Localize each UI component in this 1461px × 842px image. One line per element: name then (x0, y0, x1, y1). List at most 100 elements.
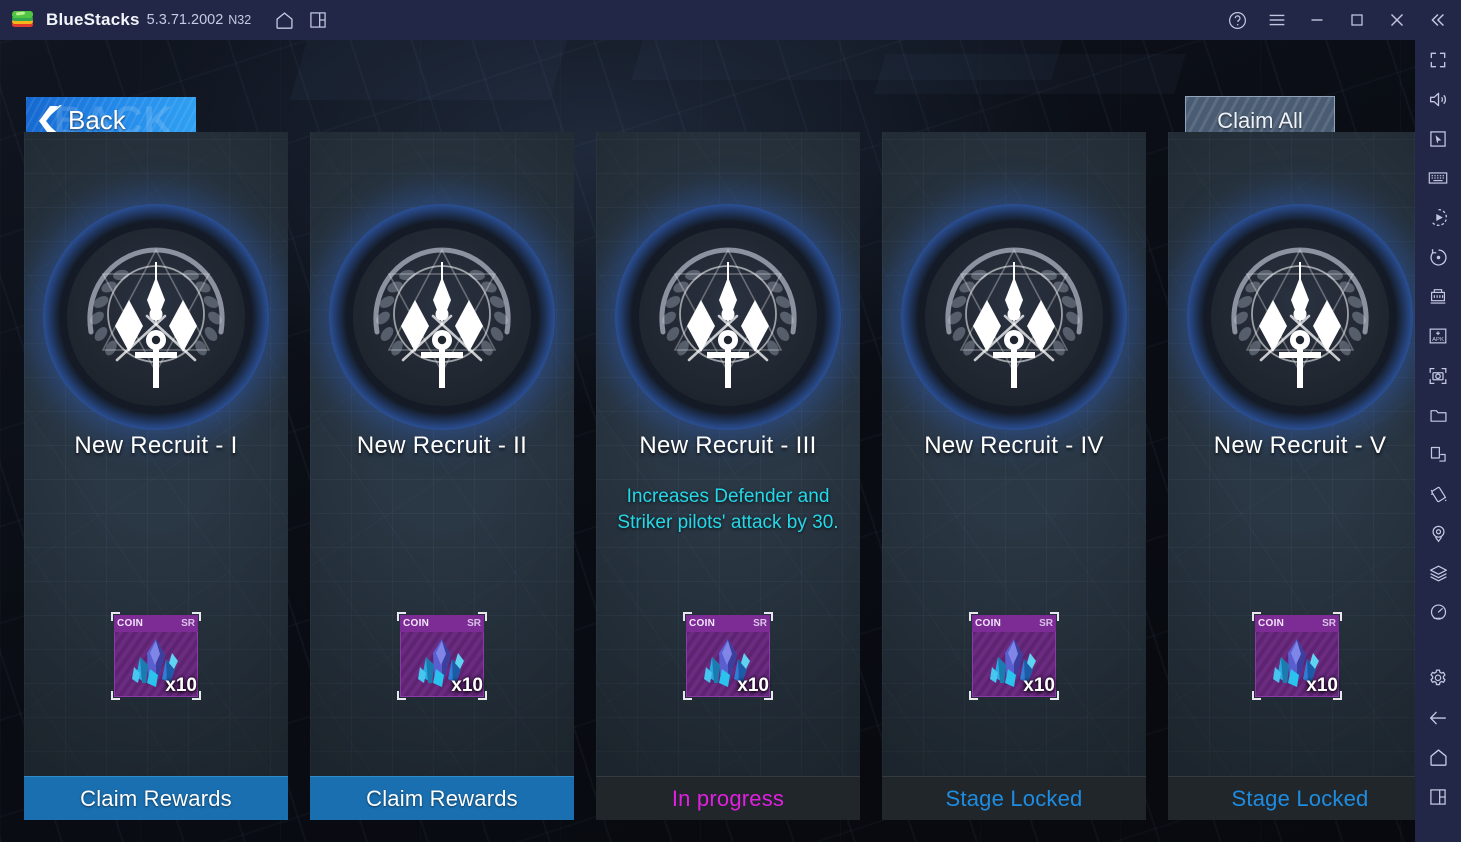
emblem-crest-icon (659, 247, 797, 388)
reward-type: COIN (117, 618, 144, 629)
reward-card[interactable]: New Recruit - III Increases Defender and… (596, 132, 860, 820)
reward-corner (1333, 691, 1342, 700)
card-action-button: Stage Locked (882, 776, 1146, 820)
reward-item[interactable]: COIN SR x10 (683, 612, 773, 700)
bluestacks-logo-icon (10, 7, 36, 33)
fullscreen-icon[interactable] (1415, 40, 1461, 80)
app-name: BlueStacks (46, 10, 140, 29)
card-action-button: In progress (596, 776, 860, 820)
keyboard-icon[interactable] (1415, 159, 1461, 199)
card-emblem (1168, 182, 1415, 452)
help-icon[interactable] (1217, 0, 1257, 40)
reward-corner (764, 691, 773, 700)
card-title: New Recruit - II (356, 432, 528, 459)
claim-all-label: Claim All (1217, 107, 1303, 133)
card-title: New Recruit - V (1213, 432, 1387, 459)
app-window: BlueStacks 5.3.71.2002 N32 BACK Back Cla… (0, 0, 1461, 842)
card-title: New Recruit - IV (924, 432, 1104, 459)
home-nav-icon[interactable] (1415, 738, 1461, 778)
multi-instance-manager-icon[interactable] (1415, 277, 1461, 317)
reward-header: COIN SR (114, 615, 198, 632)
reward-corner (1050, 691, 1059, 700)
card-action-label: Claim Rewards (366, 785, 518, 811)
card-action-label: Claim Rewards (80, 785, 232, 811)
reward-corner (111, 691, 120, 700)
card-description: Increases Defender and Striker pilots' a… (617, 486, 839, 533)
menu-icon[interactable] (1257, 0, 1297, 40)
bluestacks-sidebar: APK (1415, 40, 1461, 842)
minimize-icon[interactable] (1297, 0, 1337, 40)
maximize-icon[interactable] (1337, 0, 1377, 40)
home-icon[interactable] (267, 0, 301, 40)
reward-corner (478, 612, 487, 621)
reward-cards-row: New Recruit - I COIN SR x10 Claim Reward… (24, 132, 1415, 822)
reward-card[interactable]: New Recruit - II COIN SR x10 Claim Rewar… (310, 132, 574, 820)
background-shard (874, 54, 1186, 94)
reward-corner (969, 612, 978, 621)
card-action-button: Stage Locked (1168, 776, 1415, 820)
reward-header: COIN SR (686, 615, 770, 632)
reward-corner (1333, 612, 1342, 621)
reward-corner (478, 691, 487, 700)
card-action-label: Stage Locked (945, 785, 1083, 811)
reward-header: COIN SR (400, 615, 484, 632)
rotate-icon[interactable] (1415, 238, 1461, 278)
card-emblem (310, 182, 574, 452)
volume-icon[interactable] (1415, 80, 1461, 120)
emblem-crest-icon (373, 247, 511, 388)
location-icon[interactable] (1415, 514, 1461, 554)
reward-corner (397, 691, 406, 700)
close-icon[interactable] (1377, 0, 1417, 40)
reward-corner (969, 691, 978, 700)
background-shard (289, 40, 571, 100)
settings-icon[interactable] (1415, 659, 1461, 699)
reward-corner (683, 612, 692, 621)
back-nav-icon[interactable] (1415, 698, 1461, 738)
reward-corner (192, 691, 201, 700)
card-action-button[interactable]: Claim Rewards (24, 776, 288, 820)
reward-item[interactable]: COIN SR x10 (397, 612, 487, 700)
emblem-crest-icon (87, 247, 225, 388)
screenshot-icon[interactable] (1415, 356, 1461, 396)
recents-nav-icon[interactable] (1415, 777, 1461, 817)
reward-corner (683, 691, 692, 700)
reward-header: COIN SR (972, 615, 1056, 632)
reward-type: COIN (403, 618, 430, 629)
collapse-sidebar-icon[interactable] (1417, 0, 1457, 40)
reward-item[interactable]: COIN SR x10 (1252, 612, 1342, 700)
reward-corner (1252, 691, 1261, 700)
media-folder-icon[interactable] (1415, 396, 1461, 436)
card-action-button[interactable]: Claim Rewards (310, 776, 574, 820)
reward-type: COIN (1258, 618, 1285, 629)
reward-corner (1252, 612, 1261, 621)
emblem-crest-icon (945, 247, 1083, 388)
card-emblem (882, 182, 1146, 452)
reward-item[interactable]: COIN SR x10 (111, 612, 201, 700)
card-action-label: Stage Locked (1231, 785, 1369, 811)
reward-card[interactable]: New Recruit - V COIN SR x10 Stage Locked (1168, 132, 1415, 820)
svg-text:APK: APK (1432, 337, 1444, 343)
shake-icon[interactable] (1415, 475, 1461, 515)
reward-type: COIN (689, 618, 716, 629)
app-version: 5.3.71.2002 (146, 12, 224, 28)
reward-type: COIN (975, 618, 1002, 629)
cursor-controls-icon[interactable] (1415, 119, 1461, 159)
emblem-crest-icon (1231, 247, 1369, 388)
reward-card[interactable]: New Recruit - I COIN SR x10 Claim Reward… (24, 132, 288, 820)
instance-tag: N32 (228, 13, 252, 27)
share-screen-icon[interactable] (1415, 435, 1461, 475)
card-emblem (596, 182, 860, 452)
titlebar: BlueStacks 5.3.71.2002 N32 (0, 0, 1461, 40)
reward-card[interactable]: New Recruit - IV COIN SR x10 Stage Locke… (882, 132, 1146, 820)
card-title: New Recruit - III (639, 432, 817, 459)
reward-corner (397, 612, 406, 621)
macro-record-icon[interactable] (1415, 198, 1461, 238)
reward-corner (111, 612, 120, 621)
install-apk-icon[interactable]: APK (1415, 317, 1461, 357)
multi-instance-icon[interactable] (301, 0, 335, 40)
layers-icon[interactable] (1415, 554, 1461, 594)
game-screen: BACK Back Claim All New Recruit - I COIN… (0, 40, 1415, 842)
card-emblem (24, 182, 288, 452)
performance-icon[interactable] (1415, 593, 1461, 633)
reward-item[interactable]: COIN SR x10 (969, 612, 1059, 700)
